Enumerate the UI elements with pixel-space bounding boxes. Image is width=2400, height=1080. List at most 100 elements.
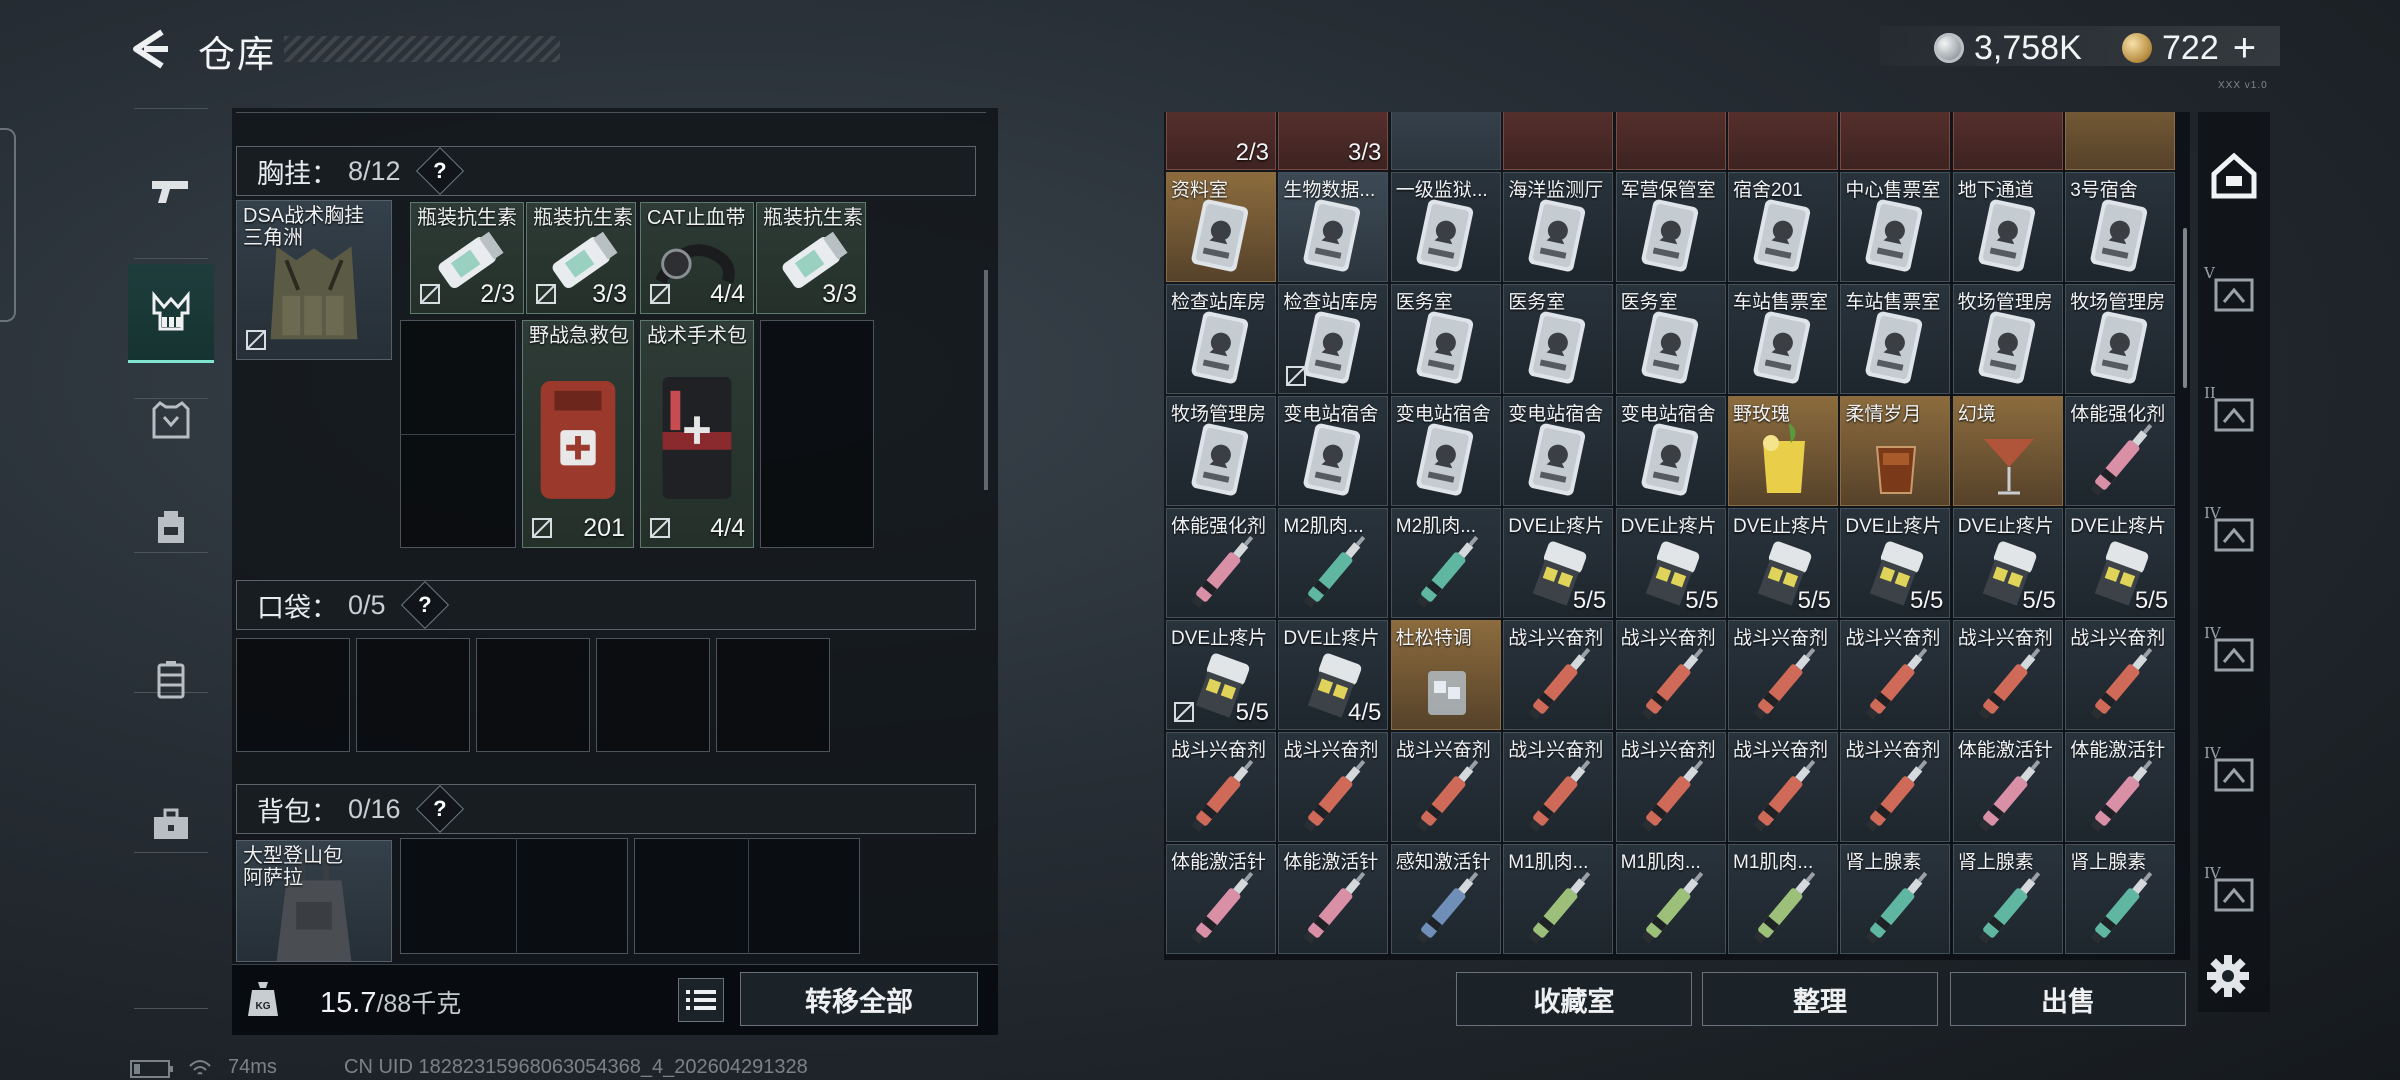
storage-cell[interactable]: 变电站宿舍: [1503, 396, 1614, 506]
storage-cell[interactable]: 战斗兴奋剂: [1503, 620, 1614, 730]
storage-cell[interactable]: 体能激活针: [1952, 732, 2063, 842]
sidebar-item-armor[interactable]: [128, 372, 214, 468]
storage-cell[interactable]: 肾上腺素: [1840, 844, 1951, 954]
storage-cell[interactable]: 变电站宿舍: [1615, 396, 1726, 506]
storage-cell[interactable]: 医务室: [1390, 284, 1501, 394]
equipped-backpack[interactable]: 大型登山包 阿萨拉: [236, 840, 392, 962]
storage-cell[interactable]: [2065, 112, 2176, 170]
storage-tab-3[interactable]: II: [2198, 378, 2270, 450]
storage-cell[interactable]: 医务室: [1615, 284, 1726, 394]
rig-item-1[interactable]: 瓶装抗生素 2/3: [410, 202, 524, 314]
storage-cell[interactable]: 战斗兴奋剂: [1166, 732, 1276, 842]
add-currency-button[interactable]: +: [2233, 26, 2256, 71]
sort-button[interactable]: 整理: [1702, 972, 1938, 1026]
storage-cell[interactable]: [1615, 112, 1726, 170]
storage-cell[interactable]: 战斗兴奋剂: [1615, 620, 1726, 730]
storage-cell[interactable]: M2肌肉...: [1390, 508, 1501, 618]
gear-scrollbar[interactable]: [984, 270, 988, 490]
storage-tab-4[interactable]: IV: [2198, 498, 2270, 570]
sell-button[interactable]: 出售: [1950, 972, 2186, 1026]
storage-cell[interactable]: 战斗兴奋剂: [1840, 620, 1951, 730]
storage-cell[interactable]: DVE止疼片 5/5: [1952, 508, 2063, 618]
storage-cell[interactable]: [1952, 112, 2063, 170]
storage-cell[interactable]: 2/3: [1166, 112, 1276, 170]
storage-cell[interactable]: M1肌肉...: [1728, 844, 1838, 954]
transfer-all-button[interactable]: 转移全部: [740, 972, 978, 1026]
sidebar-item-toolbox[interactable]: [128, 776, 214, 872]
storage-cell[interactable]: 3号宿舍: [2065, 172, 2176, 282]
storage-cell[interactable]: 车站售票室: [1728, 284, 1838, 394]
backpack-slot[interactable]: [634, 838, 860, 954]
storage-cell[interactable]: 战斗兴奋剂: [2065, 620, 2176, 730]
pocket-slot[interactable]: [476, 638, 590, 752]
storage-cell[interactable]: DVE止疼片 5/5: [1728, 508, 1838, 618]
storage-cell[interactable]: DVE止疼片 5/5: [1166, 620, 1276, 730]
rig-item-3[interactable]: CAT止血带 4/4: [640, 202, 754, 314]
storage-cell[interactable]: [1840, 112, 1951, 170]
storage-cell[interactable]: 生物数据...: [1278, 172, 1389, 282]
pocket-slot[interactable]: [356, 638, 470, 752]
storage-cell[interactable]: 车站售票室: [1840, 284, 1951, 394]
list-view-button[interactable]: [678, 978, 724, 1022]
storage-cell[interactable]: 体能强化剂: [2065, 396, 2176, 506]
storage-cell[interactable]: 感知激活针: [1390, 844, 1501, 954]
storage-cell[interactable]: [1728, 112, 1838, 170]
sidebar-item-case[interactable]: [128, 632, 214, 728]
rig-item-5[interactable]: 野战急救包 201: [522, 320, 634, 548]
storage-cell[interactable]: DVE止疼片 5/5: [1503, 508, 1614, 618]
back-arrow-icon[interactable]: [128, 26, 174, 72]
storage-cell[interactable]: 体能强化剂: [1166, 508, 1276, 618]
storage-cell[interactable]: 宿舍201: [1728, 172, 1838, 282]
pockets-help-button[interactable]: ?: [400, 580, 449, 630]
storage-cell[interactable]: 柔情岁月: [1840, 396, 1951, 506]
collection-room-button[interactable]: 收藏室: [1456, 972, 1692, 1026]
storage-cell[interactable]: 肾上腺素: [2065, 844, 2176, 954]
rig-item-4[interactable]: 瓶装抗生素 3/3: [756, 202, 866, 314]
storage-scrollbar[interactable]: [2183, 228, 2187, 388]
storage-cell[interactable]: M1肌肉...: [1503, 844, 1614, 954]
storage-cell[interactable]: 中心售票室: [1840, 172, 1951, 282]
storage-cell[interactable]: DVE止疼片 5/5: [1615, 508, 1726, 618]
storage-cell[interactable]: 军营保管室: [1615, 172, 1726, 282]
storage-cell[interactable]: 野玫瑰: [1728, 396, 1838, 506]
storage-cell[interactable]: 战斗兴奋剂: [1728, 620, 1838, 730]
storage-tab-5[interactable]: IV: [2198, 618, 2270, 690]
storage-cell[interactable]: 变电站宿舍: [1278, 396, 1389, 506]
storage-tab-2[interactable]: V: [2198, 258, 2270, 330]
pocket-slot[interactable]: [716, 638, 830, 752]
storage-cell[interactable]: [1390, 112, 1501, 170]
settings-gear-icon[interactable]: [2204, 952, 2252, 1000]
side-drawer-handle[interactable]: [0, 128, 16, 322]
storage-cell[interactable]: 3/3: [1278, 112, 1389, 170]
storage-cell[interactable]: 肾上腺素: [1952, 844, 2063, 954]
storage-cell[interactable]: DVE止疼片 5/5: [1840, 508, 1951, 618]
storage-cell[interactable]: M2肌肉...: [1278, 508, 1389, 618]
storage-cell[interactable]: 一级监狱...: [1390, 172, 1501, 282]
storage-cell[interactable]: 战斗兴奋剂: [1390, 732, 1501, 842]
storage-cell[interactable]: 战斗兴奋剂: [1952, 620, 2063, 730]
storage-cell[interactable]: 幻境: [1952, 396, 2063, 506]
storage-cell[interactable]: 体能激活针: [1166, 844, 1276, 954]
storage-cell[interactable]: 牧场管理房: [2065, 284, 2176, 394]
rig-item-2[interactable]: 瓶装抗生素 3/3: [526, 202, 636, 314]
storage-cell[interactable]: DVE止疼片 4/5: [1278, 620, 1389, 730]
chest-rig-help-button[interactable]: ?: [415, 146, 464, 196]
storage-cell[interactable]: 战斗兴奋剂: [1728, 732, 1838, 842]
storage-cell[interactable]: 地下通道: [1952, 172, 2063, 282]
sidebar-item-backpack[interactable]: [128, 478, 214, 574]
storage-cell[interactable]: 资料室: [1166, 172, 1276, 282]
backpack-help-button[interactable]: ?: [415, 784, 464, 834]
equipped-chest-rig[interactable]: DSA战术胸挂 三角洲: [236, 200, 392, 360]
storage-grid[interactable]: 2/3 3/3 资料室 生物数据... 一级监狱... 海洋监测厅 军营保管室 宿舍201 中心…: [1164, 112, 2190, 960]
storage-cell[interactable]: DVE止疼片 5/5: [2065, 508, 2176, 618]
storage-cell[interactable]: [1503, 112, 1614, 170]
storage-cell[interactable]: 牧场管理房: [1952, 284, 2063, 394]
storage-cell[interactable]: 检查站库房: [1166, 284, 1276, 394]
storage-cell[interactable]: 牧场管理房: [1166, 396, 1276, 506]
storage-tab-1[interactable]: [2198, 140, 2270, 212]
rig-item-6[interactable]: 战术手术包 4/4: [640, 320, 754, 548]
sidebar-item-weapon[interactable]: [128, 142, 214, 238]
backpack-slot[interactable]: [400, 838, 628, 954]
storage-cell[interactable]: 医务室: [1503, 284, 1614, 394]
storage-cell[interactable]: M1肌肉...: [1615, 844, 1726, 954]
